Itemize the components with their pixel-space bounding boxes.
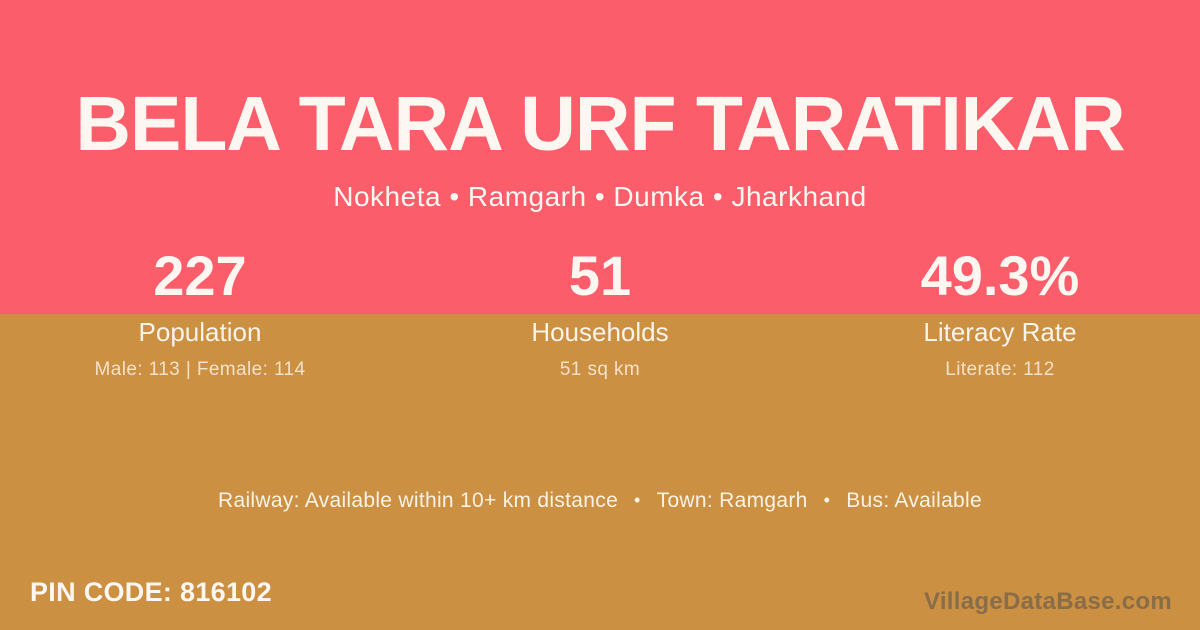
literacy-label: Literacy Rate <box>800 316 1200 348</box>
households-detail: 51 sq km <box>400 358 800 382</box>
village-info-card: BELA TARA URF TARATIKAR Nokheta • Ramgar… <box>0 0 1200 630</box>
stat-literacy: 49.3% Literacy Rate Literate: 112 <box>800 248 1200 382</box>
stats-row: 227 Population Male: 113 | Female: 114 5… <box>0 248 1200 382</box>
bus-info: Bus: Available <box>846 489 982 512</box>
literacy-detail: Literate: 112 <box>800 358 1200 382</box>
stat-population: 227 Population Male: 113 | Female: 114 <box>0 248 400 382</box>
households-label: Households <box>400 316 800 348</box>
population-label: Population <box>0 316 400 348</box>
population-value: 227 <box>0 248 400 304</box>
town-info: Town: Ramgarh <box>657 489 808 512</box>
bullet-separator: • <box>634 486 641 514</box>
households-value: 51 <box>400 248 800 304</box>
watermark-brand: VillageDataBase.com <box>924 587 1172 617</box>
transport-info: Railway: Available within 10+ km distanc… <box>0 486 1200 515</box>
literacy-value: 49.3% <box>800 248 1200 304</box>
pin-code: PIN CODE: 816102 <box>30 576 272 608</box>
bullet-separator: • <box>824 486 831 514</box>
stat-households: 51 Households 51 sq km <box>400 248 800 382</box>
railway-info: Railway: Available within 10+ km distanc… <box>218 489 618 512</box>
population-detail: Male: 113 | Female: 114 <box>0 358 400 382</box>
village-title: BELA TARA URF TARATIKAR <box>0 86 1200 163</box>
location-breadcrumb: Nokheta • Ramgarh • Dumka • Jharkhand <box>0 181 1200 213</box>
